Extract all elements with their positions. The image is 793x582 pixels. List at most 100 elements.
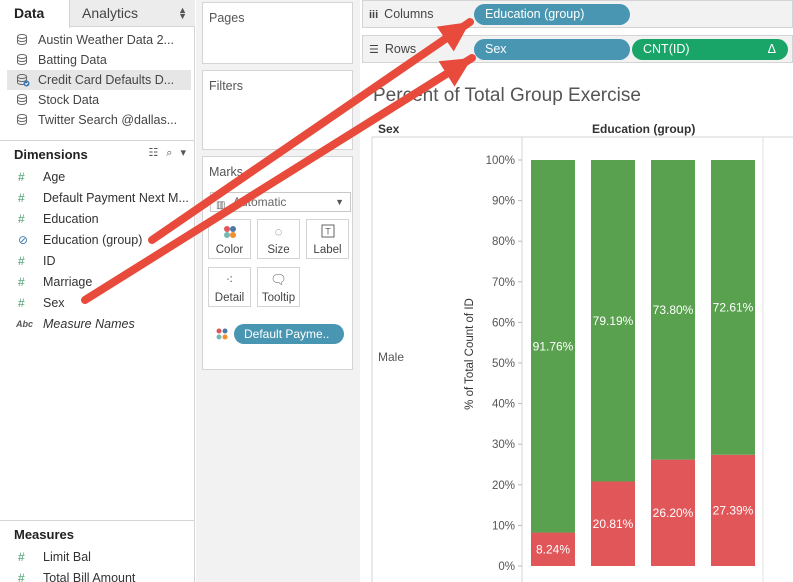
columns-label-text: Columns [384, 7, 434, 21]
tooltip-button[interactable]: 🗨 Tooltip [257, 267, 300, 307]
bar-data-label: 8.24% [536, 542, 570, 556]
field-sex[interactable]: # Sex [0, 293, 195, 314]
columns-shelf-label: iii Columns [369, 7, 434, 21]
measures-header: Measures [14, 527, 74, 542]
tab-menu-caret-icon[interactable]: ▲ ▼ [178, 6, 187, 21]
field-education-group[interactable]: ⊘ Education (group) [0, 230, 195, 251]
color-pill-default-payment[interactable]: Default Payme.. [234, 324, 344, 344]
row-header-sex: Sex [378, 122, 400, 136]
field-marriage[interactable]: # Marriage [0, 272, 195, 293]
field-label: Limit Bal [43, 550, 91, 564]
bar-segment-green [531, 160, 575, 533]
tooltip-icon: 🗨 [270, 272, 287, 287]
marks-type-value: Automatic [233, 195, 287, 209]
rows-pill-cnt-id[interactable]: CNT(ID) Δ [632, 39, 788, 60]
field-total-bill-amount[interactable]: # Total Bill Amount [0, 568, 195, 582]
pane-tabs: Data Analytics ▲ ▼ [0, 0, 195, 28]
datasource-label: Austin Weather Data 2... [38, 33, 174, 47]
field-label: Age [43, 170, 66, 184]
y-tick-label: 30% [492, 439, 515, 451]
field-label: Education (group) [43, 233, 143, 247]
chevron-down-icon: ▼ [335, 197, 344, 207]
dimensions-header: Dimensions [14, 147, 88, 162]
color-legend-icon [216, 328, 228, 340]
size-button[interactable]: ◌ Size [257, 219, 300, 259]
bar-data-label: 20.81% [593, 517, 634, 531]
datasource-item-selected[interactable]: Credit Card Defaults D... [7, 70, 191, 90]
columns-pill-education-group[interactable]: Education (group) [474, 4, 630, 25]
column-header-education-group: Education (group) [592, 122, 696, 136]
hash-icon: # [18, 550, 25, 564]
svg-text:T: T [325, 227, 331, 237]
bar-data-label: 73.80% [653, 303, 694, 317]
field-limit-bal[interactable]: # Limit Bal [0, 547, 195, 568]
bar-data-label: 26.20% [653, 506, 694, 520]
y-tick-label: 70% [492, 277, 515, 289]
tooltip-button-label: Tooltip [261, 292, 296, 304]
datasource-icon [17, 34, 27, 46]
hash-icon: # [18, 296, 25, 310]
delta-icon: Δ [767, 42, 776, 56]
pages-card[interactable]: Pages [202, 2, 353, 64]
color-button[interactable]: Color [208, 219, 251, 259]
bar-segment-green [711, 160, 755, 455]
datasource-item[interactable]: Austin Weather Data 2... [0, 30, 195, 50]
size-icon: ◌ [274, 224, 283, 239]
y-tick-label: 80% [492, 236, 515, 248]
bar-data-label: 72.61% [713, 300, 754, 314]
list-view-icon[interactable]: ☷ [148, 147, 158, 159]
field-label: Education [43, 212, 99, 226]
abc-icon: Abc [16, 319, 34, 329]
field-education[interactable]: # Education [0, 209, 195, 230]
bar-segment-red [711, 454, 755, 566]
tableau-workspace: Data Analytics ▲ ▼ Austin Weather Data 2.… [0, 0, 793, 582]
tab-analytics[interactable]: Analytics [82, 0, 138, 27]
field-label: Marriage [43, 275, 93, 289]
field-label: ID [43, 254, 56, 268]
bar-segment-red [531, 532, 575, 566]
rows-icon: ☰ [369, 44, 379, 56]
field-id[interactable]: # ID [0, 251, 195, 272]
hash-icon: # [18, 212, 25, 226]
color-icon [209, 224, 250, 244]
rows-pill-sex[interactable]: Sex [474, 39, 630, 60]
label-button-label: Label [313, 244, 342, 256]
field-label: Sex [43, 296, 65, 310]
detail-button-label: Detail [214, 292, 245, 304]
dimensions-list: # Age # Default Payment Next M... # Educati… [0, 167, 195, 335]
field-age[interactable]: # Age [0, 167, 195, 188]
view-title: Percent of Total Group Exercise [373, 85, 641, 106]
label-icon: T [307, 224, 348, 244]
datasource-item[interactable]: Batting Data [0, 50, 195, 70]
rows-label-text: Rows [384, 42, 417, 56]
y-tick-label: 40% [492, 399, 515, 411]
row-value-male: Male [378, 350, 405, 364]
label-button[interactable]: T Label [306, 219, 349, 259]
search-icon[interactable]: ⌕ [166, 147, 172, 159]
tab-data[interactable]: Data [0, 0, 70, 28]
menu-caret-icon[interactable]: ▾ [180, 147, 186, 159]
datasource-icon [17, 114, 27, 126]
y-axis-title: % of Total Count of ID [464, 298, 476, 410]
field-default-payment[interactable]: # Default Payment Next M... [0, 188, 195, 209]
filters-card[interactable]: Filters [202, 70, 353, 150]
marks-type-dropdown[interactable]: ▥ Automatic ▼ [210, 192, 351, 212]
columns-icon: iii [369, 9, 379, 21]
datasource-label: Stock Data [38, 93, 100, 107]
hash-icon: # [18, 170, 25, 184]
bar-segment-red [591, 481, 635, 566]
datasource-item[interactable]: Twitter Search @dallas... [0, 110, 195, 130]
y-tick-label: 90% [492, 196, 515, 208]
hash-icon: # [18, 571, 25, 582]
data-pane: Data Analytics ▲ ▼ Austin Weather Data 2.… [0, 0, 195, 582]
bar-segment-red [651, 459, 695, 566]
detail-button[interactable]: ⁖ Detail [208, 267, 251, 307]
datasource-item[interactable]: Stock Data [0, 90, 195, 110]
pages-card-title: Pages [209, 11, 245, 25]
y-tick-label: 60% [492, 317, 515, 329]
dimensions-tools: ☷ ⌕ ▾ [140, 146, 186, 160]
paperclip-icon: ⊘ [18, 233, 29, 247]
datasource-active-icon [17, 74, 30, 87]
field-measure-names[interactable]: Abc Measure Names [0, 314, 195, 335]
y-tick-label: 50% [492, 358, 515, 370]
